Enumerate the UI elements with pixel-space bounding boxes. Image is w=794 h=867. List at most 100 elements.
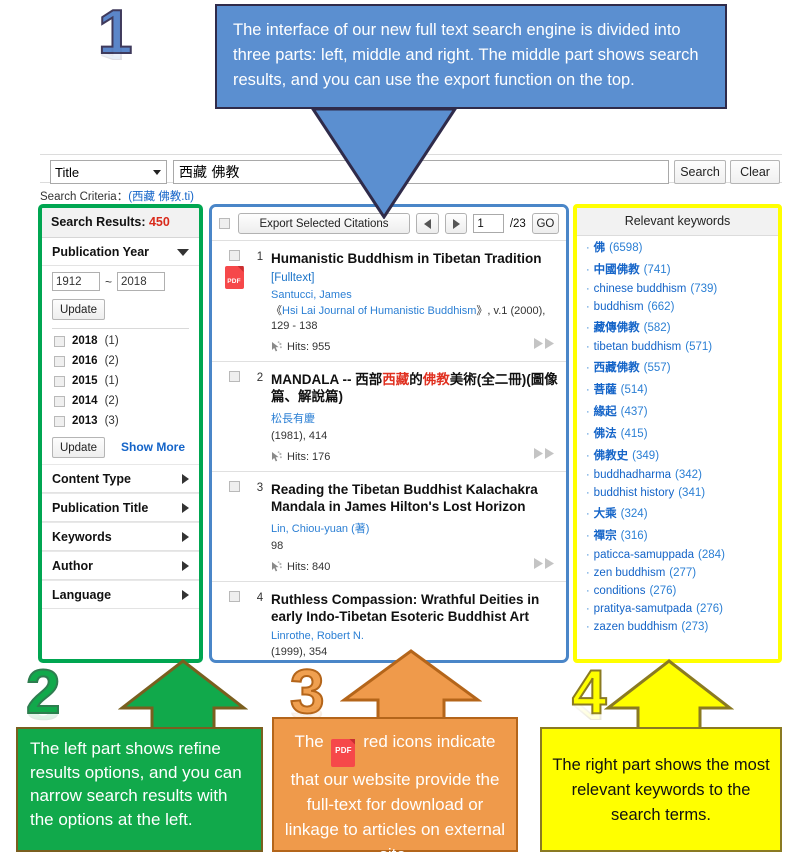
keyword-item[interactable]: · zazen buddhism (273) [577,618,778,636]
result-author[interactable]: Linrothe, Robert N. [271,630,558,642]
clear-button[interactable]: Clear [730,160,780,184]
facet-publication-year[interactable]: Publication Year [42,238,199,266]
keyword-item[interactable]: · conditions (276) [577,582,778,600]
keyword-term[interactable]: buddhadharma [594,469,671,481]
page-number-input[interactable]: 1 [473,214,504,233]
keyword-term[interactable]: 緣起 [594,403,617,419]
facet-content-type[interactable]: Content Type [42,464,199,493]
result-journal-link[interactable]: Hsi Lai Journal of Humanistic Buddhism [282,305,476,317]
keyword-term[interactable]: 禪宗 [594,527,617,543]
result-fulltext-link[interactable]: [Fulltext] [271,272,558,284]
search-field-value: Title [55,164,80,180]
result-checkbox[interactable] [228,250,240,261]
keyword-item[interactable]: · 大乘 (324) [577,502,778,524]
keyword-term[interactable]: zazen buddhism [594,621,678,633]
year-checkbox-row[interactable]: 2014 (2) [42,391,199,411]
keyword-item[interactable]: · 藏傳佛教 (582) [577,316,778,338]
keyword-item[interactable]: · buddhadharma (342) [577,466,778,484]
keyword-item[interactable]: · 禪宗 (316) [577,524,778,546]
result-source-detail: (1981), 414 [271,430,328,442]
bullet-icon: · [586,341,590,353]
keyword-term[interactable]: buddhism [594,301,644,313]
keyword-item[interactable]: · buddhist history (341) [577,484,778,502]
year-checkbox[interactable] [54,355,65,367]
result-author[interactable]: Lin, Chiou-yuan (著) [271,520,558,536]
keyword-item[interactable]: · buddhism (662) [577,298,778,316]
year-checkbox-row[interactable]: 2013 (3) [42,411,199,431]
result-checkbox[interactable] [228,371,240,382]
year-checkbox[interactable] [54,335,65,347]
keyword-item[interactable]: · 中國佛教 (741) [577,258,778,280]
year-checkbox-row[interactable]: 2016 (2) [42,351,199,371]
search-button[interactable]: Search [674,160,726,184]
year-checkbox[interactable] [54,395,65,407]
keyword-item[interactable]: · 菩薩 (514) [577,378,778,400]
facet-keywords[interactable]: Keywords [42,522,199,551]
year-count: (1) [104,375,119,387]
keyword-item[interactable]: · 緣起 (437) [577,400,778,422]
keyword-count: (6598) [609,242,643,254]
year-label: 2016 [72,355,98,367]
year-from-input[interactable]: 1912 [52,272,100,291]
keyword-item[interactable]: · 佛教史 (349) [577,444,778,466]
result-checkbox[interactable] [228,481,240,492]
keyword-count: (582) [643,322,671,334]
callout-right-text: The right part shows the most relevant k… [552,756,770,824]
result-title[interactable]: MANDALA -- 西部西藏的佛教美術(全二冊)(圖像篇、解說篇) [271,371,558,405]
year-checkbox-row[interactable]: 2015 (1) [42,371,199,391]
keyword-item[interactable]: · paticca-samuppada (284) [577,546,778,564]
facet-publication-title[interactable]: Publication Title [42,493,199,522]
keyword-count: (741) [643,264,671,276]
keyword-item[interactable]: · 西藏佛教 (557) [577,356,778,378]
year-update-button-2[interactable]: Update [52,437,105,458]
keyword-item[interactable]: · pratitya-samutpada (276) [577,600,778,618]
show-more-link[interactable]: Show More [121,440,185,454]
result-hits-label: Hits: 840 [287,561,331,573]
result-title[interactable]: Humanistic Buddhism in Tibetan Tradition [271,250,558,267]
result-title[interactable]: Reading the Tibetan Buddhist Kalachakra … [271,481,558,515]
keyword-term[interactable]: 西藏佛教 [594,359,640,375]
keyword-term[interactable]: 佛法 [594,425,617,441]
keyword-item[interactable]: · chinese buddhism (739) [577,280,778,298]
year-checkbox[interactable] [54,375,65,387]
keyword-item[interactable]: · zen buddhism (277) [577,564,778,582]
keyword-term[interactable]: 大乘 [594,505,617,521]
year-label: 2015 [72,375,98,387]
cursor-hits-icon [272,451,282,462]
callout-middle: The PDF red icons indicate that our webs… [272,717,518,864]
select-all-checkbox[interactable] [219,218,230,229]
keyword-item[interactable]: · 佛法 (415) [577,422,778,444]
keyword-term[interactable]: 中國佛教 [594,261,640,277]
result-body: MANDALA -- 西部西藏的佛教美術(全二冊)(圖像篇、解說篇) 松長有慶 (1… [271,371,558,463]
result-title[interactable]: Ruthless Compassion: Wrathful Deities in… [271,591,558,625]
result-more-icon[interactable] [534,448,556,462]
keyword-term[interactable]: pratitya-samutpada [594,603,692,615]
year-checkbox[interactable] [54,415,65,427]
facet-language[interactable]: Language [42,580,199,609]
keyword-term[interactable]: conditions [594,585,646,597]
result-more-icon[interactable] [534,558,556,572]
keyword-item[interactable]: · 佛 (6598) [577,236,778,258]
keyword-term[interactable]: buddhist history [594,487,675,499]
keyword-term[interactable]: 藏傳佛教 [594,319,640,335]
keyword-term[interactable]: 佛教史 [594,447,629,463]
keyword-count: (514) [620,384,648,396]
pdf-icon[interactable]: PDF [224,266,244,289]
keyword-term[interactable]: 佛 [594,239,606,255]
year-checkbox-row[interactable]: 2018 (1) [42,331,199,351]
result-author[interactable]: Santucci, James [271,289,558,301]
keyword-term[interactable]: paticca-samuppada [594,549,694,561]
result-author[interactable]: 松長有慶 [271,410,558,426]
facet-author[interactable]: Author [42,551,199,580]
keyword-item[interactable]: · tibetan buddhism (571) [577,338,778,356]
year-to-input[interactable]: 2018 [117,272,166,291]
search-field-select[interactable]: Title [50,160,167,184]
go-button[interactable]: GO [531,213,559,234]
keyword-term[interactable]: zen buddhism [594,567,666,579]
year-update-button[interactable]: Update [52,299,105,320]
keyword-term[interactable]: tibetan buddhism [594,341,682,353]
keyword-term[interactable]: chinese buddhism [594,283,687,295]
result-more-icon[interactable] [534,338,556,352]
keyword-term[interactable]: 菩薩 [594,381,617,397]
result-checkbox[interactable] [228,591,240,602]
